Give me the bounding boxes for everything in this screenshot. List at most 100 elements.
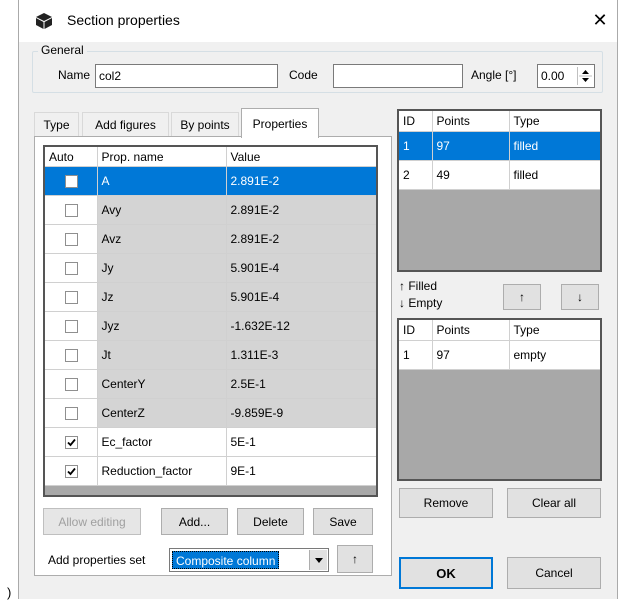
prop-name-cell[interactable]: A (97, 166, 227, 196)
auto-checkbox[interactable] (65, 262, 78, 276)
prop-value-cell[interactable]: 5.901E-4 (226, 282, 376, 312)
table-row[interactable]: 1 97 filled (399, 131, 600, 161)
cube-icon (35, 12, 53, 30)
auto-cell (45, 340, 98, 370)
code-input[interactable] (333, 64, 463, 88)
prop-value-cell[interactable]: 1.311E-3 (226, 340, 376, 370)
prop-value-cell[interactable]: 2.5E-1 (226, 369, 376, 399)
auto-checkbox[interactable] (65, 436, 78, 450)
cancel-button[interactable]: Cancel (507, 557, 601, 589)
save-button[interactable]: Save (313, 508, 373, 535)
prop-name-cell[interactable]: Jy (97, 253, 227, 283)
auto-checkbox[interactable] (65, 233, 78, 247)
auto-checkbox[interactable] (65, 378, 78, 392)
prop-name-cell[interactable]: Jyz (97, 311, 227, 341)
filled-header-points[interactable]: Points (432, 111, 510, 132)
filled-header-id[interactable]: ID (399, 111, 433, 132)
filled-points-table: ID Points Type 1 97 filled 2 49 filled (399, 111, 600, 190)
tab-properties[interactable]: Properties (241, 108, 319, 138)
prop-value-cell[interactable]: -9.859E-9 (226, 398, 376, 428)
chevron-down-icon[interactable] (309, 550, 327, 570)
empty-header-type[interactable]: Type (509, 320, 600, 341)
prop-value-cell[interactable]: 5E-1 (226, 427, 376, 457)
table-row[interactable]: Jt 1.311E-3 (45, 340, 376, 370)
auto-checkbox[interactable] (65, 320, 78, 334)
properties-table: Auto Prop. name Value A 2.891E-2 Avy 2.891E… (45, 147, 376, 486)
auto-cell (45, 456, 98, 486)
tab-by-points[interactable]: By points (171, 112, 239, 136)
edge-glyph: ) (7, 585, 12, 600)
prop-name-cell[interactable]: CenterZ (97, 398, 227, 428)
table-row[interactable]: Jz 5.901E-4 (45, 282, 376, 312)
filled-points-grid[interactable]: ID Points Type 1 97 filled 2 49 filled (397, 109, 602, 272)
prop-value-cell[interactable]: 2.891E-2 (226, 224, 376, 254)
properties-set-up-button[interactable]: ↑ (337, 545, 373, 573)
move-down-button[interactable]: ↓ (561, 284, 599, 310)
auto-checkbox[interactable] (65, 465, 78, 479)
filled-header-type[interactable]: Type (509, 111, 600, 132)
filled-row-type: filled (509, 131, 600, 161)
table-row[interactable]: Ec_factor 5E-1 (45, 427, 376, 457)
prop-value-cell[interactable]: 2.891E-2 (226, 166, 376, 196)
empty-row-points: 97 (432, 340, 510, 370)
angle-label: Angle [°] (471, 68, 517, 82)
angle-spinner[interactable]: 0.00 (537, 64, 595, 88)
allow-editing-button[interactable]: Allow editing (43, 508, 141, 535)
window-title: Section properties (67, 12, 180, 28)
properties-set-select[interactable]: Composite column (169, 548, 329, 572)
table-row[interactable]: Avy 2.891E-2 (45, 195, 376, 225)
table-row[interactable]: A 2.891E-2 (45, 166, 376, 196)
header-value[interactable]: Value (226, 147, 376, 167)
table-row[interactable]: 1 97 empty (399, 340, 600, 370)
prop-name-cell[interactable]: Jt (97, 340, 227, 370)
table-row[interactable]: Reduction_factor 9E-1 (45, 456, 376, 486)
auto-cell (45, 282, 98, 312)
header-auto[interactable]: Auto (45, 147, 98, 167)
tab-add-figures[interactable]: Add figures (82, 112, 169, 136)
clear-all-button[interactable]: Clear all (507, 488, 601, 518)
prop-value-cell[interactable]: 2.891E-2 (226, 195, 376, 225)
spinner-arrows-icon[interactable] (577, 67, 592, 85)
filled-row-id: 1 (399, 131, 433, 161)
prop-name-cell[interactable]: Jz (97, 282, 227, 312)
prop-value-cell[interactable]: -1.632E-12 (226, 311, 376, 341)
table-row[interactable]: 2 49 filled (399, 160, 600, 190)
name-input[interactable]: col2 (95, 64, 278, 88)
title-bar: Section properties ✕ (19, 0, 617, 42)
properties-grid[interactable]: Auto Prop. name Value A 2.891E-2 Avy 2.891E… (43, 145, 378, 497)
prop-name-cell[interactable]: Avz (97, 224, 227, 254)
table-row[interactable]: Avz 2.891E-2 (45, 224, 376, 254)
close-icon[interactable]: ✕ (589, 9, 611, 31)
empty-header-points[interactable]: Points (432, 320, 510, 341)
move-up-button[interactable]: ↑ (503, 284, 541, 310)
auto-checkbox[interactable] (65, 407, 78, 421)
auto-checkbox[interactable] (65, 175, 78, 189)
prop-name-cell[interactable]: Ec_factor (97, 427, 227, 457)
prop-value-cell[interactable]: 5.901E-4 (226, 253, 376, 283)
remove-button[interactable]: Remove (399, 488, 493, 518)
general-legend: General (38, 43, 87, 57)
auto-cell (45, 398, 98, 428)
angle-value: 0.00 (541, 69, 565, 83)
prop-value-cell[interactable]: 9E-1 (226, 456, 376, 486)
ok-button[interactable]: OK (399, 557, 493, 589)
prop-name-cell[interactable]: CenterY (97, 369, 227, 399)
table-row[interactable]: CenterZ -9.859E-9 (45, 398, 376, 428)
auto-checkbox[interactable] (65, 204, 78, 218)
add-property-button[interactable]: Add... (161, 508, 228, 535)
auto-cell (45, 195, 98, 225)
tab-type[interactable]: Type (34, 112, 79, 136)
prop-name-cell[interactable]: Reduction_factor (97, 456, 227, 486)
auto-cell (45, 427, 98, 457)
auto-checkbox[interactable] (65, 349, 78, 363)
filled-row-points: 49 (432, 160, 510, 190)
table-row[interactable]: Jyz -1.632E-12 (45, 311, 376, 341)
auto-checkbox[interactable] (65, 291, 78, 305)
prop-name-cell[interactable]: Avy (97, 195, 227, 225)
delete-property-button[interactable]: Delete (237, 508, 304, 535)
empty-points-grid[interactable]: ID Points Type 1 97 empty (397, 318, 602, 481)
table-row[interactable]: CenterY 2.5E-1 (45, 369, 376, 399)
empty-header-id[interactable]: ID (399, 320, 433, 341)
header-prop-name[interactable]: Prop. name (97, 147, 227, 167)
table-row[interactable]: Jy 5.901E-4 (45, 253, 376, 283)
